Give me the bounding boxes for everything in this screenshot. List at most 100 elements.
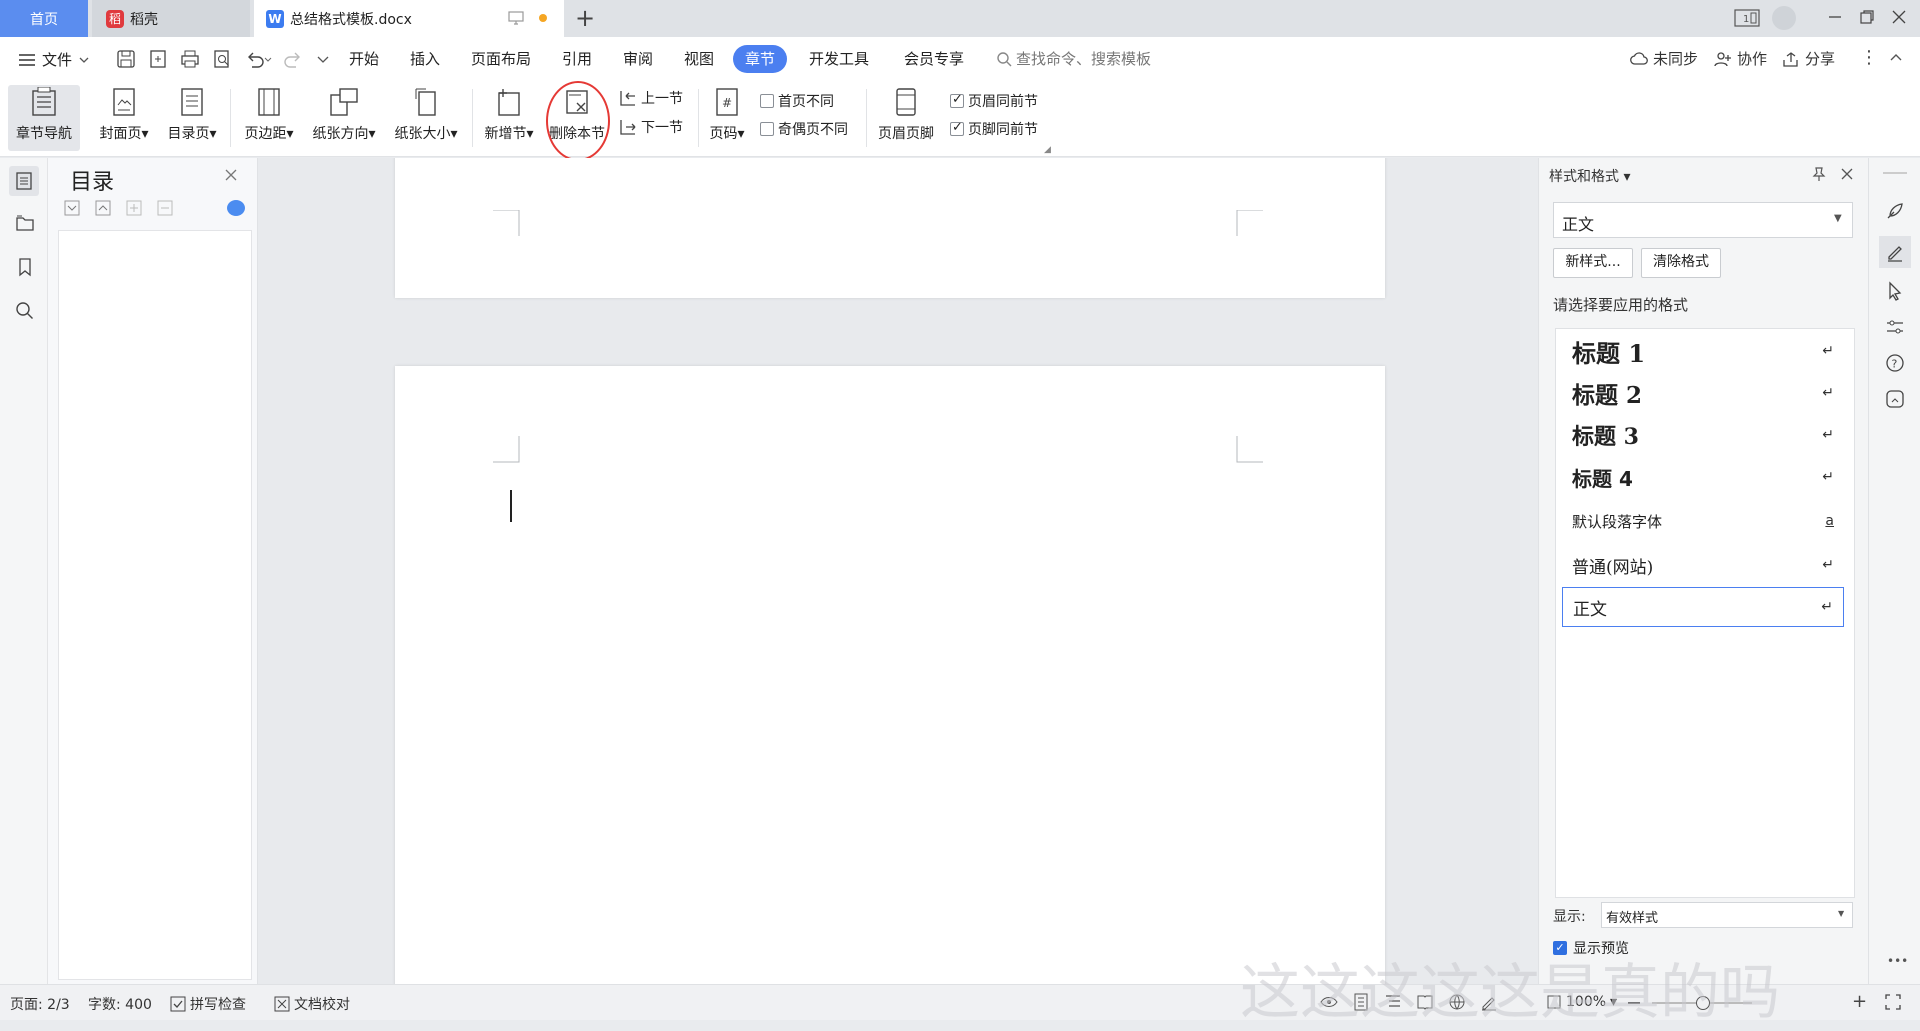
tab-home[interactable]: 首页 [0,0,88,37]
header-same-checkbox[interactable]: 页眉同前节 [950,91,1038,111]
drag-handle[interactable] [1883,172,1907,174]
footer-same-box[interactable] [950,120,964,136]
menu-developer[interactable]: 开发工具 [809,48,869,69]
print-preview-icon[interactable] [212,49,232,69]
style-heading-1[interactable]: 标题 1 ↵ [1562,331,1844,371]
close-window-icon[interactable] [1890,8,1908,26]
paper-size-button[interactable]: 纸张大小▾ [386,85,466,151]
clear-format-button[interactable]: 清除格式 [1641,248,1721,278]
window-layout-icon[interactable]: 1 [1734,9,1760,27]
sync-status[interactable]: 未同步 [1630,48,1698,69]
style-body-text[interactable]: 正文 ↵ [1562,587,1844,627]
style-format-icon[interactable] [1879,236,1911,268]
show-preview-checkbox[interactable]: ✓ 显示预览 [1553,938,1629,958]
menu-chapter[interactable]: 章节 [733,45,787,73]
new-tab-button[interactable]: + [575,4,595,32]
restore-icon[interactable] [1858,8,1876,26]
write-mode-icon[interactable] [1480,993,1498,1011]
collab-button[interactable]: 协作 [1714,48,1767,69]
promote-icon[interactable] [126,200,142,216]
menu-view[interactable]: 视图 [684,48,714,69]
print-icon[interactable] [180,49,200,69]
style-heading-4[interactable]: 标题 4 ↵ [1562,457,1844,497]
find-icon[interactable] [12,298,38,324]
minimize-icon[interactable] [1826,8,1844,26]
checkbox-checked-icon[interactable]: ✓ [1553,941,1567,955]
zoom-out-button[interactable] [1628,1002,1640,1004]
tab-daoke[interactable]: 稻 稻壳 [92,0,250,37]
odd-even-diff-checkbox[interactable]: 奇偶页不同 [760,119,848,139]
orientation-button[interactable]: 纸张方向▾ [304,85,384,151]
collapse-ribbon-icon[interactable] [1888,49,1904,65]
style-heading-3[interactable]: 标题 3 ↵ [1562,415,1844,455]
command-search[interactable]: 查找命令、搜索模板 [996,48,1151,69]
close-toc-icon[interactable] [224,168,238,182]
redo-icon[interactable] [284,49,304,69]
menu-review[interactable]: 审阅 [623,48,653,69]
help-icon[interactable]: ? [1882,350,1908,376]
style-heading-2[interactable]: 标题 2 ↵ [1562,373,1844,413]
style-default-font[interactable]: 默认段落字体 a [1562,501,1844,541]
page-view-icon[interactable] [1352,993,1370,1011]
expand-down-icon[interactable] [64,200,80,216]
more-options-icon[interactable]: ⋮ [1860,47,1878,68]
undo-icon[interactable] [244,49,272,69]
file-menu[interactable]: 文件 [18,49,90,70]
zoom-level[interactable]: 100% ▾ [1546,994,1617,1010]
reading-view-icon[interactable] [1416,993,1434,1011]
header-same-box[interactable] [950,92,964,108]
bookmark-icon[interactable] [12,254,38,280]
zoom-in-button[interactable]: + [1852,991,1867,1012]
new-style-button[interactable]: 新样式... [1553,248,1633,278]
page-indicator[interactable]: 页面: 2/3 [10,994,70,1014]
select-pointer-icon[interactable] [1882,278,1908,304]
prev-section-button[interactable]: 上一节 [618,88,683,108]
proofread-button[interactable]: 文档校对 [274,994,350,1014]
menu-membership[interactable]: 会员专享 [904,48,964,69]
eye-protect-icon[interactable] [1320,993,1338,1011]
ribbon-dialog-launcher-icon[interactable]: ◢ [1044,145,1051,155]
fullscreen-icon[interactable] [1884,993,1902,1011]
collapse-up-icon[interactable] [95,200,111,216]
cover-page-button[interactable]: 封面页▾ [92,85,156,151]
margins-button[interactable]: 页边距▾ [236,85,302,151]
odd-even-diff-box[interactable] [760,122,774,136]
sliders-icon[interactable] [1882,314,1908,340]
current-style-select[interactable]: 正文 ▼ [1553,202,1853,238]
avatar[interactable] [1772,6,1796,30]
tab-document[interactable]: W 总结格式模板.docx [254,0,564,37]
header-footer-button[interactable]: 页眉页脚 [872,85,940,151]
chapter-nav-button[interactable]: 章节导航 [8,85,80,151]
add-section-button[interactable]: 新增节▾ [478,85,540,151]
show-filter-select[interactable]: 有效样式 ▼ [1601,902,1853,928]
style-normal-web[interactable]: 普通(网站) ↵ [1562,545,1844,585]
chapter-nav-side-icon[interactable] [12,210,38,236]
zoom-slider-thumb[interactable] [1696,996,1710,1010]
next-section-button[interactable]: 下一节 [618,117,683,137]
share-button[interactable]: 分享 [1782,48,1835,69]
document-canvas[interactable]: ▲ ▼ ▴○▾ [258,158,1520,984]
page-number-button[interactable]: # 页码▾ [702,85,752,151]
customize-toolbar-icon[interactable] [316,49,330,69]
word-count[interactable]: 字数: 400 [88,994,152,1014]
close-panel-icon[interactable] [1839,166,1855,182]
menu-start[interactable]: 开始 [349,48,379,69]
menu-references[interactable]: 引用 [562,48,592,69]
outline-view-icon[interactable] [1384,993,1402,1011]
export-pdf-icon[interactable] [148,49,168,69]
backup-icon[interactable] [1882,386,1908,412]
toc-page-button[interactable]: 目录页▾ [160,85,224,151]
demote-icon[interactable] [157,200,173,216]
first-page-diff-checkbox[interactable]: 首页不同 [760,91,834,111]
toc-nav-icon[interactable] [9,166,39,196]
pin-icon[interactable] [1811,166,1827,182]
web-view-icon[interactable] [1448,993,1466,1011]
footer-same-checkbox[interactable]: 页脚同前节 [950,119,1038,139]
rocket-icon[interactable] [1882,198,1908,224]
ai-assistant-icon[interactable] [227,200,245,216]
more-dots-icon[interactable]: ••• [1887,954,1908,968]
styles-panel-title[interactable]: 样式和格式 ▾ [1549,166,1630,186]
first-page-diff-box[interactable] [760,94,774,108]
spell-check-button[interactable]: 拼写检查 [170,994,246,1014]
monitor-icon[interactable] [508,10,524,26]
